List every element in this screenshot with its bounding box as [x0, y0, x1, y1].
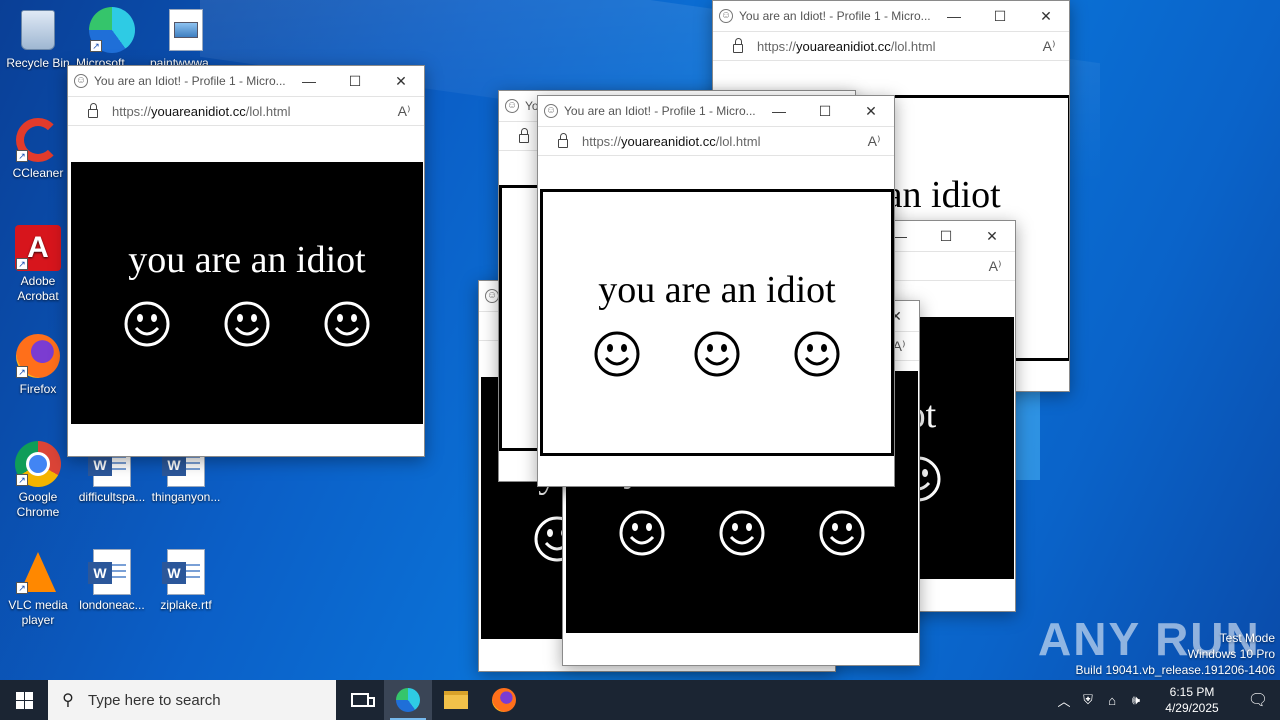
taskbar-file-explorer-button[interactable] — [432, 680, 480, 720]
taskbar: ⚲ Type here to search ︿ ⛨ ⌂ 🕪 6:15 PM 4/… — [0, 680, 1280, 720]
smiley-icon — [124, 301, 170, 347]
maximize-button[interactable]: ☐ — [923, 221, 969, 251]
address-bar[interactable]: https://youareanidiot.cc/lol.html A⁾ — [68, 96, 424, 126]
folder-icon — [444, 691, 468, 709]
window-title-bar[interactable]: ☺ You are an Idiot! - Profile 1 - Micro.… — [538, 96, 894, 126]
idiot-message: you are an idiot — [598, 268, 836, 311]
smiley-icon — [594, 331, 640, 376]
browser-window-left[interactable]: ☺ You are an Idiot! - Profile 1 - Micro.… — [67, 65, 425, 457]
task-view-button[interactable] — [336, 680, 384, 720]
desktop-icon-chrome[interactable]: ↗ Google Chrome — [0, 440, 76, 520]
lock-icon — [558, 133, 568, 148]
security-icon[interactable]: ⛨ — [1076, 692, 1100, 708]
desktop-icon-acrobat[interactable]: A ↗ Adobe Acrobat — [0, 224, 76, 304]
minimize-button[interactable]: — — [286, 66, 332, 96]
read-aloud-icon[interactable]: A⁾ — [854, 133, 894, 150]
window-title-bar[interactable]: ☺ You are an Idiot! - Profile 1 - Micro.… — [713, 1, 1069, 31]
taskbar-search-box[interactable]: ⚲ Type here to search — [48, 680, 336, 720]
smiley-icon — [324, 301, 370, 347]
taskbar-clock[interactable]: 6:15 PM 4/29/2025 — [1152, 684, 1232, 716]
desktop-icon-rtf-doc[interactable]: W ziplake.rtf — [148, 548, 224, 613]
vlc-cone-icon: ↗ — [14, 548, 62, 596]
smiley-icon — [619, 510, 665, 556]
desktop-icon-recycle-bin[interactable]: Recycle Bin — [0, 6, 76, 71]
window-title: You are an Idiot! - Profile 1 - Micro... — [739, 9, 931, 23]
start-button[interactable] — [0, 680, 48, 720]
maximize-button[interactable]: ☐ — [977, 1, 1023, 31]
close-button[interactable]: ✕ — [378, 66, 424, 96]
edge-icon: ↗ — [88, 6, 136, 54]
smiley-row — [593, 330, 841, 378]
search-placeholder: Type here to search — [88, 691, 221, 709]
notification-icon[interactable]: 🗨 — [1236, 690, 1280, 710]
chrome-icon: ↗ — [14, 440, 62, 488]
desktop-icon-image-file[interactable]: paintwwwaag... — [148, 6, 224, 71]
lock-icon — [88, 103, 98, 118]
minimize-button[interactable]: — — [931, 1, 977, 31]
lock-icon — [519, 128, 529, 143]
close-button[interactable]: ✕ — [1023, 1, 1069, 31]
smiley-favicon-icon: ☺ — [544, 104, 558, 118]
smiley-icon — [794, 331, 840, 376]
idiot-page-panel: you are an idiot — [71, 162, 423, 424]
smiley-favicon-icon: ☺ — [485, 289, 499, 303]
recycle-bin-icon — [14, 6, 62, 54]
lock-icon — [733, 38, 743, 53]
smiley-favicon-icon: ☺ — [719, 9, 733, 23]
window-title: You are an Idiot! - Profile 1 - Micro... — [564, 104, 756, 118]
clock-time: 6:15 PM — [1169, 685, 1215, 699]
taskbar-edge-button[interactable] — [384, 680, 432, 720]
network-icon[interactable]: ⌂ — [1100, 693, 1124, 708]
windows-logo-icon — [15, 691, 33, 709]
smiley-favicon-icon: ☺ — [505, 99, 519, 113]
taskbar-firefox-button[interactable] — [480, 680, 528, 720]
read-aloud-icon[interactable]: A⁾ — [975, 258, 1015, 275]
window-title-bar[interactable]: ☺ You are an Idiot! - Profile 1 - Micro.… — [68, 66, 424, 96]
url-text[interactable]: https://youareanidiot.cc/lol.html — [757, 39, 1029, 54]
ccleaner-icon: ↗ — [14, 116, 62, 164]
volume-icon[interactable]: 🕪 — [1124, 692, 1148, 708]
url-text[interactable]: https://youareanidiot.cc/lol.html — [582, 134, 854, 149]
test-mode-watermark: Test Mode Windows 10 Pro Build 19041.vb_… — [1075, 631, 1276, 677]
desktop-icon-vlc[interactable]: ↗ VLC media player — [0, 548, 76, 628]
firefox-icon — [492, 688, 516, 712]
image-file-icon — [162, 6, 210, 54]
maximize-button[interactable]: ☐ — [332, 66, 378, 96]
address-bar[interactable]: https://youareanidiot.cc/lol.html A⁾ — [538, 126, 894, 156]
desktop-icon-word-doc-3[interactable]: W londoneac... — [74, 548, 150, 613]
desktop-icon-firefox[interactable]: ↗ Firefox — [0, 332, 76, 397]
close-button[interactable]: ✕ — [969, 221, 1015, 251]
chevron-up-icon[interactable]: ︿ — [1052, 691, 1076, 710]
system-tray: ︿ ⛨ ⌂ 🕪 6:15 PM 4/29/2025 🗨 — [1052, 680, 1280, 720]
smiley-row — [123, 300, 371, 348]
desktop-icon-edge[interactable]: ↗ Microsoft Edge — [74, 6, 150, 71]
address-bar[interactable]: https://youareanidiot.cc/lol.html A⁾ — [713, 31, 1069, 61]
desktop-icon-ccleaner[interactable]: ↗ CCleaner — [0, 116, 76, 181]
idiot-message: you are an idiot — [128, 239, 366, 281]
smiley-row — [618, 509, 866, 557]
smiley-icon — [224, 301, 270, 347]
read-aloud-icon[interactable]: A⁾ — [1029, 38, 1069, 55]
url-text[interactable]: https://youareanidiot.cc/lol.html — [112, 104, 384, 119]
smiley-icon — [694, 331, 740, 376]
smiley-icon — [719, 510, 765, 556]
close-button[interactable]: ✕ — [848, 96, 894, 126]
clock-date: 4/29/2025 — [1165, 701, 1219, 715]
edge-icon — [396, 688, 420, 712]
firefox-icon: ↗ — [14, 332, 62, 380]
word-document-icon: W — [88, 548, 136, 596]
minimize-button[interactable]: — — [756, 96, 802, 126]
search-icon: ⚲ — [62, 692, 74, 709]
idiot-page-panel: you are an idiot — [540, 189, 894, 456]
word-document-icon: W — [162, 548, 210, 596]
smiley-favicon-icon: ☺ — [74, 74, 88, 88]
browser-window-front-center[interactable]: ☺ You are an Idiot! - Profile 1 - Micro.… — [537, 95, 895, 487]
window-title: You are an Idiot! - Profile 1 - Micro... — [94, 74, 286, 88]
task-view-icon — [351, 693, 375, 707]
acrobat-icon: A ↗ — [14, 224, 62, 272]
smiley-icon — [819, 510, 865, 556]
maximize-button[interactable]: ☐ — [802, 96, 848, 126]
read-aloud-icon[interactable]: A⁾ — [384, 103, 424, 120]
